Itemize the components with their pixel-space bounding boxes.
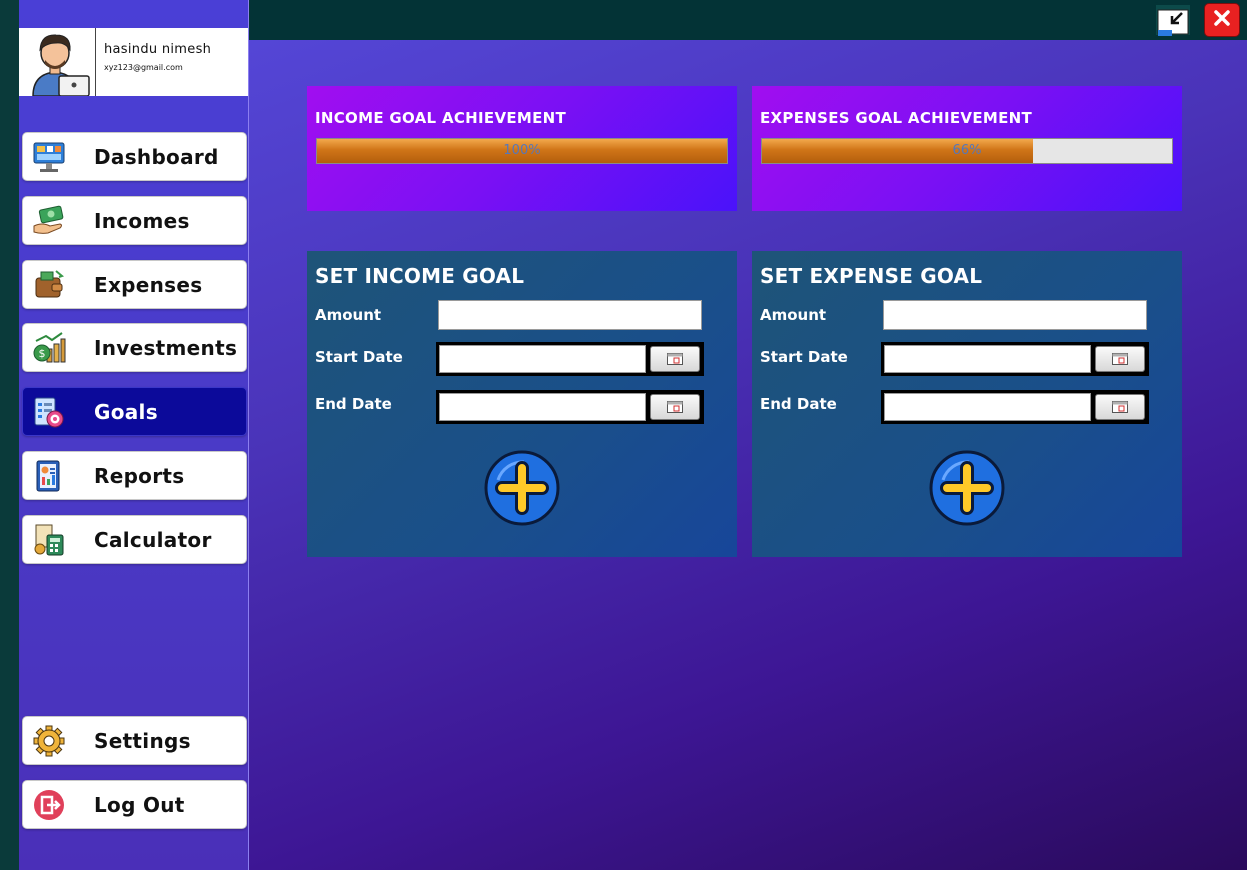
sidebar-item-label: Investments [94,335,238,360]
income-goal-progress-text: 100% [503,143,541,158]
income-end-calendar-button[interactable] [650,394,700,420]
income-goal-title: INCOME GOAL ACHIEVEMENT [315,109,567,127]
expense-goal-progress-bar: 66% [761,138,1173,164]
left-edge-strip [0,0,19,870]
set-income-goal-title: SET INCOME GOAL [315,264,525,288]
user-name: hasindu nimesh [104,42,212,57]
income-end-date-input[interactable] [439,393,646,421]
plus-circle-icon [484,450,560,530]
expense-start-date-input[interactable] [884,345,1091,373]
add-expense-goal-button[interactable] [929,450,1005,526]
user-email: xyz123@gmail.com [104,63,183,72]
add-income-goal-button[interactable] [484,450,560,526]
set-income-goal-form: SET INCOME GOAL Amount Start Date End Da… [307,251,737,557]
sidebar-item-label: Dashboard [94,144,219,169]
sidebar-item-label: Settings [94,728,191,753]
income-start-date-label: Start Date [315,348,403,366]
close-icon [1212,8,1232,32]
wallet-icon [31,267,67,303]
income-amount-input[interactable] [438,300,702,330]
sidebar-item-investments[interactable]: $ Investments [22,323,247,372]
close-button[interactable] [1204,3,1240,37]
calendar-icon [667,350,683,369]
title-bar [249,0,1247,40]
expense-end-date-input[interactable] [884,393,1091,421]
calculator-icon [31,522,67,558]
expense-end-date-label: End Date [760,395,837,413]
income-amount-label: Amount [315,306,382,324]
sidebar-item-label: Log Out [94,792,185,817]
plus-circle-icon [929,450,1005,530]
calendar-icon [667,398,683,417]
income-goal-progress-bar: 100% [316,138,728,164]
sidebar-item-label: Expenses [94,272,203,297]
expense-end-date-picker [881,390,1149,424]
income-start-date-picker [436,342,704,376]
expense-goal-card: EXPENSES GOAL ACHIEVEMENT 66% [752,86,1182,211]
user-profile: hasindu nimesh xyz123@gmail.com [19,28,248,96]
expense-end-calendar-button[interactable] [1095,394,1145,420]
income-end-date-picker [436,390,704,424]
gear-icon [31,723,67,759]
main-content: INCOME GOAL ACHIEVEMENT 100% EXPENSES GO… [249,40,1247,870]
restore-window-button[interactable] [1154,2,1192,38]
sidebar-item-label: Reports [94,463,185,488]
sidebar-item-expenses[interactable]: Expenses [22,260,247,309]
sidebar-item-label: Calculator [94,527,212,552]
sidebar-item-logout[interactable]: Log Out [22,780,247,829]
expense-amount-input[interactable] [883,300,1147,330]
set-expense-goal-title: SET EXPENSE GOAL [760,264,983,288]
dashboard-icon [31,139,67,175]
money-hand-icon [31,203,67,239]
income-start-calendar-button[interactable] [650,346,700,372]
avatar [19,28,96,96]
sidebar-item-calculator[interactable]: Calculator [22,515,247,564]
sidebar-item-incomes[interactable]: Incomes [22,196,247,245]
income-goal-card: INCOME GOAL ACHIEVEMENT 100% [307,86,737,211]
sidebar-item-reports[interactable]: Reports [22,451,247,500]
expense-start-calendar-button[interactable] [1095,346,1145,372]
expense-amount-label: Amount [760,306,827,324]
set-expense-goal-form: SET EXPENSE GOAL Amount Start Date End D… [752,251,1182,557]
logout-icon [31,787,67,823]
income-end-date-label: End Date [315,395,392,413]
calendar-icon [1112,398,1128,417]
sidebar-item-label: Incomes [94,208,190,233]
sidebar-item-settings[interactable]: Settings [22,716,247,765]
sidebar-item-goals[interactable]: Goals [22,387,247,436]
calendar-icon [1112,350,1128,369]
expense-goal-title: EXPENSES GOAL ACHIEVEMENT [760,109,1033,127]
income-start-date-input[interactable] [439,345,646,373]
expense-start-date-label: Start Date [760,348,848,366]
sidebar-item-label: Goals [94,399,158,424]
expense-start-date-picker [881,342,1149,376]
sidebar-item-dashboard[interactable]: Dashboard [22,132,247,181]
expense-goal-progress-text: 66% [952,143,982,158]
svg-text:$: $ [39,347,46,360]
report-icon [31,458,67,494]
goals-checklist-icon [31,394,67,430]
investment-chart-icon: $ [31,330,67,366]
sidebar: hasindu nimesh xyz123@gmail.com Dashboar… [19,0,249,870]
